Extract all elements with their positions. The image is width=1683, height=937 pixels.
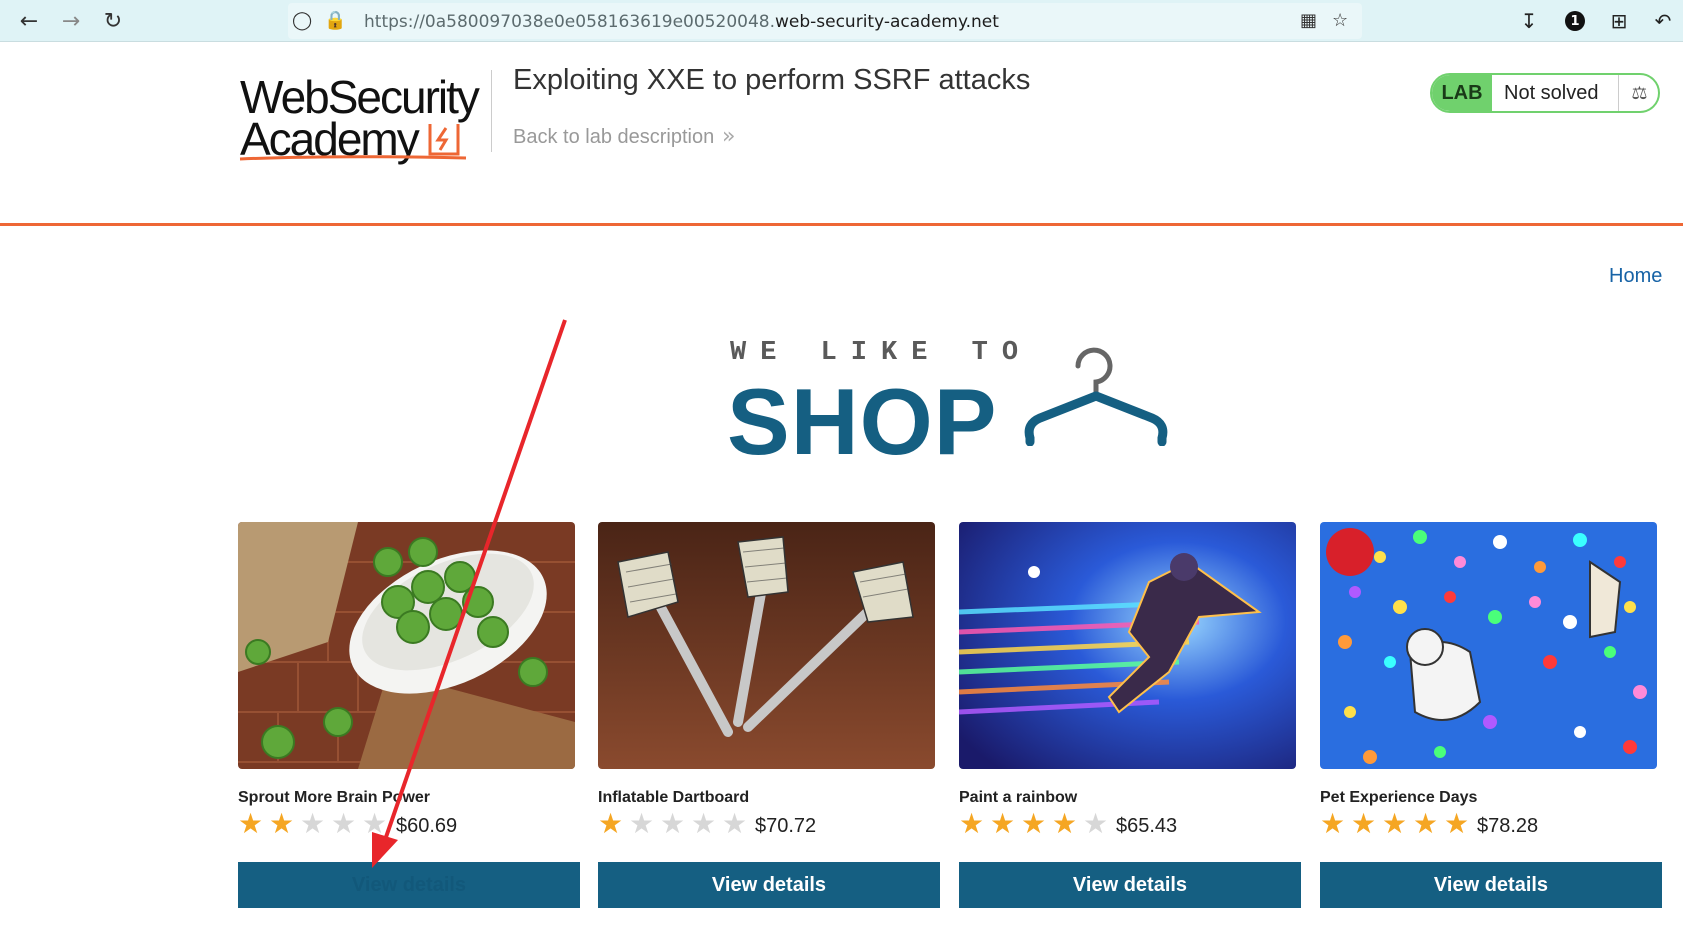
- browser-toolbar: ← → ↻ ◯ 🔒 https://0a580097038e0e05816361…: [0, 0, 1683, 42]
- web-security-academy-logo[interactable]: WebSecurity Academy: [239, 70, 490, 165]
- rating-stars: ★ ★ ★ ★ ★: [959, 808, 1114, 840]
- crop-icon[interactable]: ⊞: [1604, 6, 1634, 36]
- logo-underline: [239, 155, 467, 161]
- star-icon: ★: [269, 807, 295, 840]
- product-price: $60.69: [396, 815, 458, 837]
- lock-icon[interactable]: 🔒: [324, 10, 346, 31]
- hero-shop-text: SHOP: [727, 369, 998, 474]
- bookmark-star-icon[interactable]: ☆: [1332, 10, 1348, 31]
- star-icon: ★: [959, 807, 985, 840]
- product-price: $78.28: [1477, 815, 1539, 837]
- star-icon: ★: [990, 807, 1016, 840]
- star-icon: ★: [300, 807, 326, 840]
- profile-badge-icon[interactable]: 1: [1560, 6, 1590, 36]
- star-icon: ★: [331, 807, 357, 840]
- forward-arrow-icon[interactable]: →: [56, 6, 86, 36]
- product-image-rainbow-runner[interactable]: [959, 522, 1296, 769]
- star-icon: ★: [362, 807, 388, 840]
- star-icon: ★: [691, 807, 717, 840]
- double-chevron-right-icon[interactable]: »: [722, 124, 735, 149]
- product-price: $70.72: [755, 815, 817, 837]
- star-icon: ★: [1351, 807, 1377, 840]
- star-icon: ★: [1052, 807, 1078, 840]
- rating-stars: ★ ★ ★ ★ ★: [1320, 808, 1475, 840]
- star-icon: ★: [1382, 807, 1408, 840]
- rating-stars: ★ ★ ★ ★ ★: [598, 808, 753, 840]
- view-details-button[interactable]: View details: [238, 862, 580, 908]
- lightning-bolt-icon: [428, 124, 460, 156]
- undo-icon[interactable]: ↶: [1648, 6, 1678, 36]
- download-icon[interactable]: ↧: [1514, 6, 1544, 36]
- back-arrow-icon[interactable]: ←: [14, 6, 44, 36]
- view-details-button[interactable]: View details: [598, 862, 940, 908]
- star-icon: ★: [598, 807, 624, 840]
- view-details-button[interactable]: View details: [959, 862, 1301, 908]
- star-icon: ★: [660, 807, 686, 840]
- url-text[interactable]: https://0a580097038e0e058163619e00520048…: [364, 12, 999, 32]
- view-details-button[interactable]: View details: [1320, 862, 1662, 908]
- star-icon: ★: [722, 807, 748, 840]
- star-icon: ★: [1021, 807, 1047, 840]
- star-icon: ★: [1413, 807, 1439, 840]
- home-link[interactable]: Home: [1609, 265, 1662, 288]
- lab-status-text: Not solved: [1504, 82, 1599, 104]
- address-bar[interactable]: ◯ 🔒 https://0a580097038e0e058163619e0052…: [288, 3, 1362, 39]
- star-icon: ★: [1444, 807, 1470, 840]
- lab-status-widget: LAB Not solved ⚖: [1430, 73, 1660, 113]
- product-image-brussels-sprouts[interactable]: [238, 522, 575, 769]
- star-icon: ★: [629, 807, 655, 840]
- product-name: Sprout More Brain Power: [238, 789, 431, 806]
- product-name: Inflatable Dartboard: [598, 789, 750, 806]
- shield-icon[interactable]: ◯: [292, 10, 312, 31]
- back-to-lab-description-link[interactable]: Back to lab description: [513, 126, 714, 149]
- star-icon: ★: [238, 807, 264, 840]
- lab-tag: LAB: [1432, 75, 1492, 111]
- product-image-balloon-dogs[interactable]: [1320, 522, 1657, 769]
- star-icon: ★: [1083, 807, 1109, 840]
- product-price: $65.43: [1116, 815, 1178, 837]
- rating-stars: ★ ★ ★ ★ ★: [238, 808, 393, 840]
- clothes-hanger-icon: [1024, 347, 1168, 446]
- hero-tagline: WE LIKE TO: [730, 338, 1033, 368]
- product-name: Pet Experience Days: [1320, 789, 1478, 806]
- flask-icon: ⚖: [1618, 75, 1658, 111]
- shop-hero-banner: WE LIKE TO SHOP: [727, 338, 1170, 474]
- qr-code-icon[interactable]: ▦: [1300, 10, 1317, 31]
- header-divider: [491, 70, 492, 152]
- product-image-darts[interactable]: [598, 522, 935, 769]
- lab-title: Exploiting XXE to perform SSRF attacks: [513, 64, 1031, 96]
- reload-icon[interactable]: ↻: [98, 6, 128, 36]
- product-name: Paint a rainbow: [959, 789, 1078, 806]
- star-icon: ★: [1320, 807, 1346, 840]
